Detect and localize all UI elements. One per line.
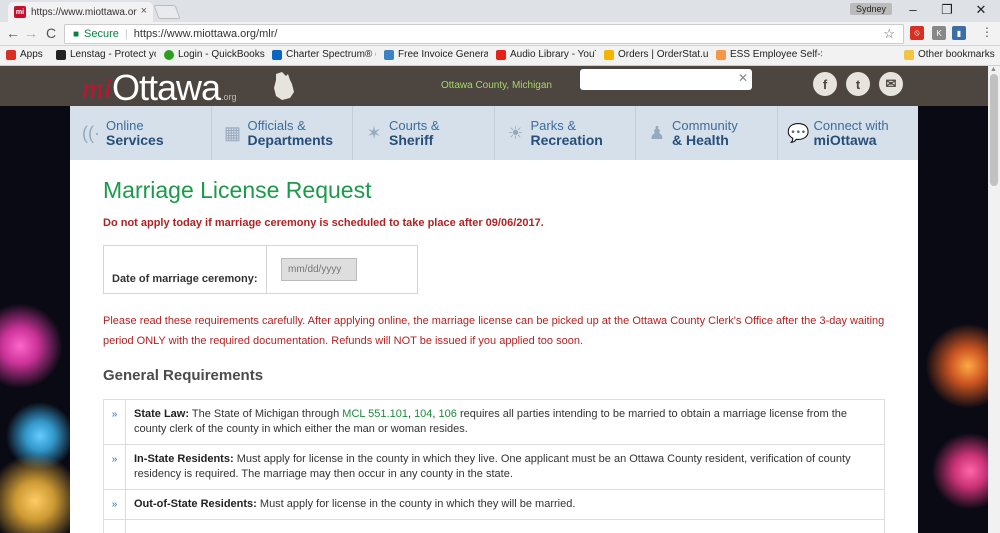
extension-chart-icon[interactable]: ▮ [952,26,966,40]
wifi-icon: ((· [82,122,100,143]
secure-label: Secure [84,28,119,40]
forward-icon[interactable]: → [22,25,40,41]
page-title: Marriage License Request [103,177,372,203]
tab-title: https://www.miottawa.or [31,6,137,18]
minimize-icon[interactable]: – [898,2,928,17]
mcl-106-link[interactable]: 106 [439,408,457,420]
lenstag-icon [56,49,66,60]
nav-connect[interactable]: 💬 Connect with miOttawa [778,106,919,160]
mcl-104-link[interactable]: 104 [414,408,432,420]
extension-k-icon[interactable]: K [932,26,946,40]
bullet-icon: » [104,490,126,519]
folder-icon [604,49,614,60]
bookmark-quickbooks[interactable]: Login - QuickBooks S [164,49,266,60]
bookmark-invoice[interactable]: Free Invoice Generat [384,49,488,60]
favicon-icon: mi [14,6,26,18]
profile-button[interactable]: Sydney [849,3,892,15]
date-warning: Do not apply today if marriage ceremony … [103,217,544,229]
requirements-notice: Please read these requirements carefully… [103,315,885,347]
bookmark-ess[interactable]: ESS Employee Self-Se [716,49,822,60]
nav-online-services[interactable]: ((· Online Services [70,106,212,160]
bookmark-spectrum[interactable]: Charter Spectrum® ( [272,49,376,60]
table-row: » State Law: The State of Michigan throu… [104,400,884,445]
star-icon: ✶ [366,122,382,143]
search-icon[interactable]: ✕ [738,71,748,85]
people-icon: ♟ [648,122,666,143]
nav-courts-sheriff[interactable]: ✶ Courts & Sheriff [353,106,495,160]
bullet-icon: » [104,445,126,489]
nav-parks-recreation[interactable]: ☀ Parks & Recreation [495,106,636,160]
fireworks-decoration [0,296,70,396]
bookmark-orderstat[interactable]: Orders | OrderStat.us [604,49,708,60]
ceremony-date-label: Date of marriage ceremony: [104,246,267,293]
requirement-state-law: State Law: The State of Michigan through… [134,408,847,435]
bookmark-apps[interactable]: Apps [6,49,50,60]
restore-icon[interactable]: ❐ [932,2,962,18]
spectrum-icon [272,49,282,60]
chat-icon: 💬 [787,122,810,143]
new-tab-button[interactable] [153,5,181,19]
twitter-icon[interactable]: t [846,72,870,96]
table-row: » Out-of-State Residents: Must apply for… [104,490,884,520]
back-icon[interactable]: ← [4,25,22,41]
ess-icon [716,49,726,60]
other-bookmarks[interactable]: Other bookmarks [904,49,998,60]
close-window-icon[interactable]: ✕ [966,2,996,18]
table-row [104,520,884,533]
browser-tab[interactable]: mi https://www.miottawa.or × [8,2,153,22]
requirement-out-of-state: Out-of-State Residents: Must apply for l… [134,498,576,510]
requirements-table: » State Law: The State of Michigan throu… [103,399,885,533]
youtube-icon [496,49,506,60]
ceremony-date-form: Date of marriage ceremony: [103,245,418,294]
browser-toolbar: ← → C ■ Secure | https://www.miottawa.or… [0,22,1000,46]
lock-icon: ■ [73,28,80,40]
sun-icon: ☀ [507,122,524,143]
nav-community-health[interactable]: ♟ Community & Health [636,106,778,160]
site-header: mi Ottawa .org Ottawa County, Michigan ✕ f… [0,66,988,106]
nav-officials-departments[interactable]: ▦ Officials & Departments [212,106,353,160]
building-icon: ▦ [223,122,241,143]
mcl-551-101-link[interactable]: MCL 551.101 [342,408,408,420]
county-label: Ottawa County, Michigan [441,80,552,91]
facebook-icon[interactable]: f [813,72,837,96]
browser-tab-bar: mi https://www.miottawa.or × Sydney – ❐ … [0,0,1000,22]
bullet-icon: » [104,400,126,444]
apps-grid-icon [6,49,16,60]
scrollbar-thumb[interactable] [990,74,998,186]
bookmark-lenstag[interactable]: Lenstag - Protect you [56,49,156,60]
bookmark-star-icon[interactable]: ☆ [883,26,895,42]
ceremony-date-input[interactable] [281,258,357,281]
menu-icon[interactable]: ⋮ [978,25,996,39]
url-separator: | [124,28,128,40]
table-row: » In-State Residents: Must apply for lic… [104,445,884,490]
url-text: https://www.miottawa.org/mlr/ [133,28,278,40]
reload-icon[interactable]: C [42,25,60,41]
quickbooks-icon [164,49,174,60]
tab-close-icon[interactable]: × [141,5,147,17]
site-logo[interactable]: mi Ottawa .org [82,68,237,106]
invoice-icon [384,49,394,60]
bookmark-audio-library[interactable]: Audio Library - YouTu [496,49,596,60]
requirement-in-state: In-State Residents: Must apply for licen… [134,453,851,480]
mail-icon[interactable]: ✉ [879,72,903,96]
main-nav: ((· Online Services ▦ Officials & Departme… [70,106,918,160]
michigan-icon [274,72,294,100]
page-scrollbar[interactable]: ▲ [988,66,1000,533]
main-content: Marriage License Request Do not apply to… [70,160,918,533]
folder-icon [904,49,914,60]
extension-block-icon[interactable]: ⦸ [910,26,924,40]
site-search-input[interactable]: ✕ [580,69,752,90]
page-viewport: mi Ottawa .org Ottawa County, Michigan ✕ f… [0,66,1000,533]
address-bar[interactable]: ■ Secure | https://www.miottawa.org/mlr/… [64,24,904,44]
bookmarks-bar: Apps Lenstag - Protect you Login - Quick… [0,46,1000,66]
scroll-up-icon[interactable]: ▲ [990,66,997,73]
general-requirements-heading: General Requirements [103,367,264,384]
